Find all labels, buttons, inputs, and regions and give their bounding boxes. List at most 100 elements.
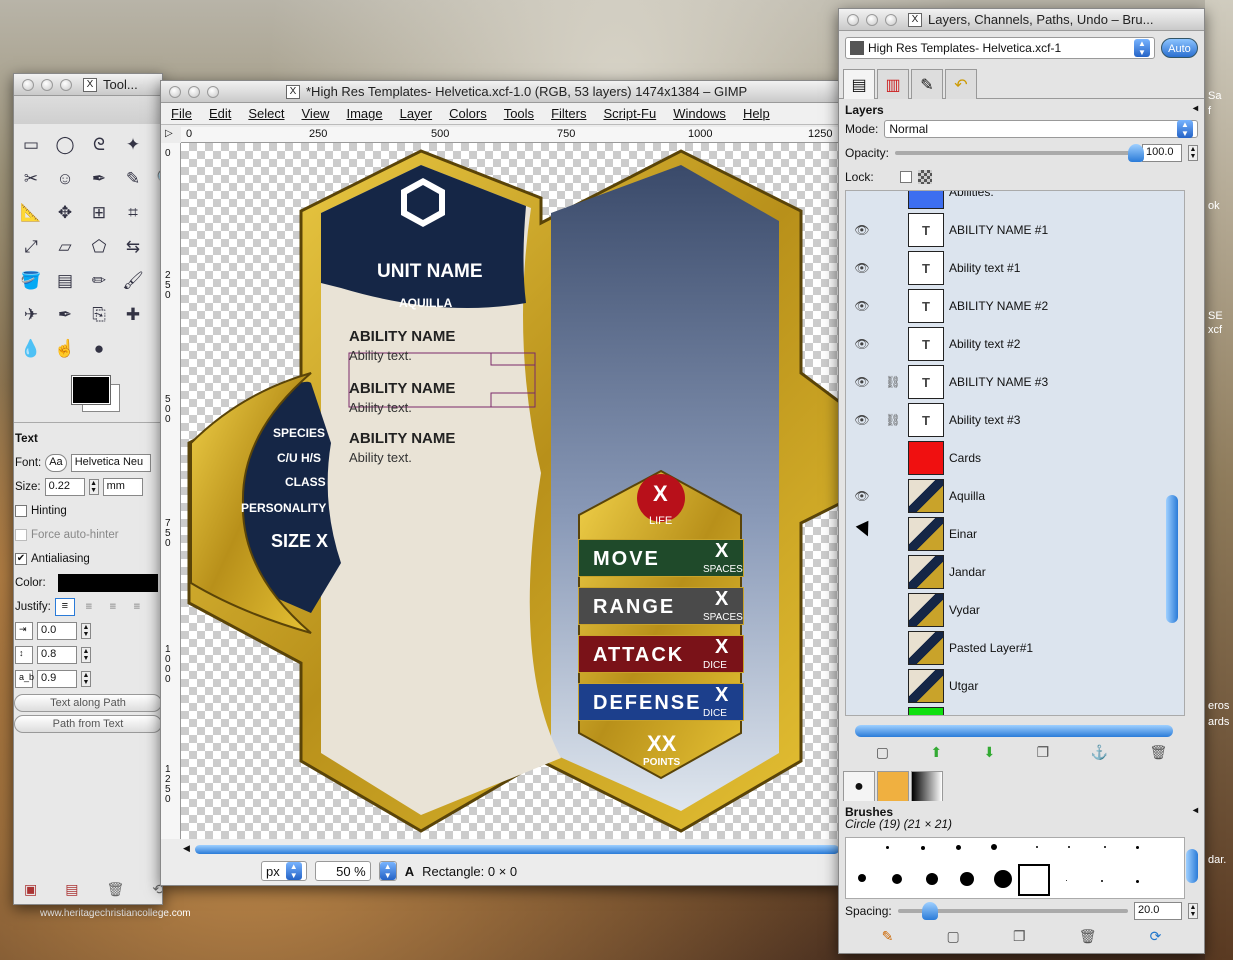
brush-preview[interactable] [1068,846,1070,848]
desktop-icon-label[interactable]: dar. [1208,854,1226,866]
horizontal-scroll-thumb[interactable] [195,845,839,854]
line-spacing-input[interactable]: 0.8 [37,646,77,664]
new-brush-icon[interactable]: ▢ [947,928,960,945]
brush-preview[interactable] [858,874,866,882]
font-browse-button[interactable]: Aa [45,454,67,472]
paths-tab-icon[interactable]: ✎ [911,69,943,99]
save-options-icon[interactable]: ▣ [24,881,37,898]
foreground-select-icon[interactable]: ☺ [48,162,82,196]
brush-preview[interactable] [1101,880,1103,882]
paths-icon[interactable]: ✒ [82,162,116,196]
layer-row[interactable]: 👁 T ABILITY NAME #2 [846,287,1170,325]
lock-alpha-icon[interactable] [917,170,932,184]
menu-help[interactable]: Help [743,106,770,121]
zoom-button[interactable] [207,85,219,98]
brush-scroll-thumb[interactable] [1186,849,1198,883]
bucket-fill-icon[interactable]: 🪣 [14,264,48,298]
zoom-select[interactable]: ▲ ▼ [378,861,397,881]
layer-name[interactable]: Ability text #2 [949,337,1020,351]
layer-visibility-icon[interactable]: 👁 [846,223,878,237]
menu-tools[interactable]: Tools [504,106,534,121]
layer-name[interactable]: Einar [949,527,977,541]
close-button[interactable] [22,78,34,91]
desktop-icon-label[interactable]: SE [1208,310,1223,322]
anchor-layer-icon[interactable]: ⚓ [1091,744,1108,761]
layer-row[interactable]: 👁 T Ability text #1 [846,249,1170,287]
justify-fill-icon[interactable]: ≡ [127,601,147,613]
layer-chain-icon[interactable]: ⛓ [878,375,908,389]
minimize-button[interactable] [41,78,53,91]
image-canvas[interactable]: UNIT NAME AQUILLA ABILITY NAME Ability t… [181,143,839,839]
delete-options-icon[interactable]: 🗑 [106,881,124,898]
brush-preview[interactable] [1136,846,1139,849]
layer-row[interactable]: Pasted Layer#1 [846,629,1170,667]
layer-name[interactable]: ABILITY NAME #2 [949,299,1048,313]
brushes-menu-icon[interactable]: ◂ [1193,805,1198,819]
layer-chain-icon[interactable]: ⛓ [878,413,908,427]
opacity-slider[interactable] [895,144,1144,162]
layer-name[interactable]: Cards [949,451,981,465]
layers-tab-icon[interactable]: ▤ [843,69,875,99]
menu-layer[interactable]: Layer [400,106,433,121]
blend-icon[interactable]: ▤ [48,264,82,298]
refresh-brushes-icon[interactable]: ⟳ [1150,928,1162,945]
panel-menu-icon[interactable]: ◂ [1193,103,1198,117]
layer-name[interactable]: Ability text #1 [949,261,1020,275]
raise-layer-icon[interactable]: ⬆ [930,744,942,761]
shear-icon[interactable]: ▱ [48,230,82,264]
layer-list[interactable]: Abilities: 👁 T ABILITY NAME #1 👁 T Ability tex… [845,190,1185,716]
layer-row[interactable]: 👁 T ABILITY NAME #1 [846,211,1170,249]
autohinter-checkbox[interactable] [15,529,27,541]
close-button[interactable] [169,85,181,98]
text-color-button[interactable] [57,574,158,592]
edit-brush-icon[interactable]: ✎ [882,928,894,945]
desktop-icon-label[interactable]: ards [1208,716,1229,728]
indent-stepper[interactable]: ▲ ▼ [81,623,91,639]
image-titlebar[interactable]: X *High Res Templates- Helvetica.xcf-1.0… [161,81,839,103]
brush-preview[interactable] [960,872,974,886]
flip-icon[interactable]: ⇆ [116,230,150,264]
layer-row[interactable]: 👁 ⛓ T Ability text #3 [846,401,1170,439]
layer-row[interactable]: Vydar [846,591,1170,629]
spacing-slider-knob[interactable] [921,902,938,920]
brush-preview[interactable] [926,873,938,885]
mode-select[interactable]: Normal ▲ ▼ [884,120,1198,138]
layer-name[interactable]: Pasted Layer#1 [949,641,1033,655]
layer-row[interactable]: 👁 T Ability text #2 [846,325,1170,363]
restore-options-icon[interactable]: ▤ [65,881,78,898]
layer-name[interactable]: Vydar [949,603,980,617]
clone-icon[interactable]: ⎘ [82,298,116,332]
spacing-stepper[interactable]: ▲ ▼ [1188,903,1198,919]
font-input[interactable]: Helvetica Neu [70,454,151,472]
scale-icon[interactable]: ⤢ [14,230,48,264]
brush-preview[interactable] [1104,846,1106,848]
paintbrush-icon[interactable]: 🖌 [116,264,150,298]
layer-name[interactable]: Ability text #3 [949,413,1020,427]
toolbox-titlebar[interactable]: X Tool... [14,74,162,96]
menu-scriptfu[interactable]: Script-Fu [603,106,656,121]
perspective-icon[interactable]: ⬠ [82,230,116,264]
move-icon[interactable]: ✥ [48,196,82,230]
layer-row[interactable]: Abilities: [846,191,1170,211]
layer-row[interactable]: Jandar [846,553,1170,591]
measure-icon[interactable]: 📐 [14,196,48,230]
layer-row[interactable]: 👁 Aquilla [846,477,1170,515]
layer-name[interactable]: Aquilla [949,489,985,503]
menu-filters[interactable]: Filters [551,106,586,121]
menu-image[interactable]: Image [346,106,382,121]
hinting-checkbox[interactable] [15,505,27,517]
menu-edit[interactable]: Edit [209,106,231,121]
close-button[interactable] [847,13,859,26]
quickmask-corner-icon[interactable]: ▷ [165,128,173,139]
smudge-icon[interactable]: ☝ [48,332,82,366]
letter-spacing-input[interactable]: 0.9 [37,670,77,688]
zoom-button[interactable] [60,78,72,91]
fuzzy-select-icon[interactable]: ✦ [116,128,150,162]
justify-left-icon[interactable]: ≡ [54,598,75,616]
airbrush-icon[interactable]: ✈ [14,298,48,332]
ink-icon[interactable]: ✒ [48,298,82,332]
image-select[interactable]: High Res Templates- Helvetica.xcf-1 ▲ ▼ [845,37,1155,59]
opacity-input[interactable]: 100.0 [1142,144,1182,162]
foreground-color-swatch[interactable] [71,375,111,405]
indent-input[interactable]: 0.0 [37,622,77,640]
